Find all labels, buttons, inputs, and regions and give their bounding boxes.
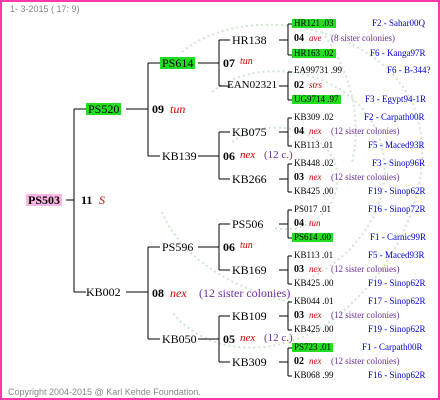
gen4-link[interactable]: F3 - Sinop96R	[372, 159, 425, 168]
gen2-d-colony-id[interactable]: KB050	[162, 333, 197, 345]
gen4-year-code: nex	[309, 310, 322, 320]
gen1-top-colony-id[interactable]: PS520	[86, 103, 122, 115]
gen4-link[interactable]: F1 - Carnic99R	[370, 233, 426, 242]
gen1-bottom-colony-id[interactable]: KB002	[86, 286, 121, 298]
gen4-code[interactable]: KB425 .00	[294, 325, 334, 334]
gen4-code[interactable]: EA99731 .99	[294, 66, 342, 75]
gen4-link[interactable]: F19 - Sinop62R	[368, 279, 426, 288]
gen4-code[interactable]: UG9714 .97	[292, 95, 341, 104]
gen4-link[interactable]: F5 - Maced93R	[368, 251, 425, 260]
gen4-sister-note: (12 sister colonies)	[331, 172, 400, 182]
gen4-year-code: nex	[309, 126, 322, 136]
gen4-year-number: 03	[294, 172, 304, 183]
gen4-code[interactable]: KB448 .02	[294, 159, 334, 168]
gen3-b1-colony-id[interactable]: KB075	[232, 126, 267, 138]
gen4-sister-note: (8 sister colonies)	[331, 33, 395, 43]
root-colony-id[interactable]: PS503	[26, 194, 63, 206]
gen1-bottom-sister-note: (12 sister colonies)	[199, 286, 291, 300]
gen4-code[interactable]: KB425 .00	[294, 187, 334, 196]
gen2-b-colony-id[interactable]: KB139	[162, 150, 197, 162]
gen3-a2-colony-id[interactable]: EAN02321	[227, 80, 277, 91]
gen4-link[interactable]: F6 - Kanga97R	[370, 49, 426, 58]
gen2-b-sister-note: (12 c.)	[264, 149, 293, 161]
gen4-code[interactable]: KB113 .01	[294, 141, 333, 150]
root-year-number: 11	[81, 193, 93, 207]
gen4-sister-note: (12 sister colonies)	[331, 126, 400, 136]
gen4-year-number: 04	[294, 218, 304, 229]
gen4-link[interactable]: F1 - Carpath00R	[362, 343, 423, 352]
gen4-year-code: ave	[309, 33, 322, 43]
gen4-sister-note: (12 sister colonies)	[331, 310, 400, 320]
gen4-code[interactable]: PS017 .01	[294, 205, 331, 214]
gen4-link[interactable]: F2 - Carpath00R	[364, 113, 425, 122]
gen2-b-year-code: nex	[240, 149, 256, 161]
gen3-c1-colony-id[interactable]: PS506	[232, 218, 263, 230]
gen4-year-code: strs	[309, 80, 323, 90]
gen4-code[interactable]: HR121 .03	[292, 19, 336, 28]
date-label: 1- 3-2015 ( 17: 9)	[10, 4, 80, 14]
gen2-a-year-code: tun	[240, 56, 253, 67]
gen4-year-number: 04	[294, 126, 304, 137]
gen4-year-number: 04	[294, 33, 304, 44]
gen3-d1-colony-id[interactable]: KB109	[232, 310, 267, 322]
gen1-top-year-number: 09	[152, 102, 164, 116]
gen4-link[interactable]: F16 - Sinop62R	[368, 371, 426, 380]
gen1-bottom-year-code: nex	[170, 286, 187, 300]
gen2-a-colony-id[interactable]: PS614	[160, 57, 196, 69]
gen3-d2-colony-id[interactable]: KB309	[232, 356, 267, 368]
pedigree-panel: 1- 3-2015 ( 17: 9) Copyright 2004-2015 @…	[0, 0, 440, 400]
gen3-c2-colony-id[interactable]: KB169	[232, 264, 267, 276]
gen4-year-number: 03	[294, 264, 304, 275]
gen3-b2-colony-id[interactable]: KB266	[232, 173, 267, 185]
gen3-a1-colony-id[interactable]: HR138	[232, 34, 267, 46]
gen4-code[interactable]: KB068 .99	[294, 371, 334, 380]
gen4-code[interactable]: KB309 .02	[294, 113, 334, 122]
gen4-link[interactable]: F2 - Sahar00Q	[372, 19, 425, 28]
gen4-year-code: nex	[309, 172, 322, 182]
gen4-year-number: 03	[294, 310, 304, 321]
gen4-link[interactable]: F6 - B-344?	[387, 66, 431, 75]
gen4-code[interactable]: KB425 .00	[294, 279, 334, 288]
gen2-b-year-number: 06	[223, 149, 235, 163]
gen4-link[interactable]: F16 - Sinop72R	[368, 205, 426, 214]
gen4-year-code: nex	[309, 356, 322, 366]
copyright-notice: Copyright 2004-2015 @ Karl Kehde Foundat…	[8, 387, 201, 397]
pedigree-connectors	[66, 23, 292, 377]
gen4-code[interactable]: PS723 .01	[292, 343, 334, 352]
gen4-year-number: 02	[294, 356, 304, 367]
root-year-code: S	[99, 193, 105, 207]
gen1-top-year-code: tun	[170, 102, 186, 116]
gen4-code[interactable]: KB113 .01	[294, 251, 333, 260]
gen4-link[interactable]: F19 - Sinop62R	[368, 325, 426, 334]
gen2-a-year-number: 07	[223, 56, 235, 70]
gen4-year-code: nex	[309, 264, 322, 274]
gen2-d-sister-note: (12 c.)	[264, 332, 293, 344]
gen4-link[interactable]: F19 - Sinop62R	[368, 187, 426, 196]
gen4-year-code: tun	[309, 218, 321, 228]
gen2-c-colony-id[interactable]: PS596	[162, 241, 193, 253]
gen4-code[interactable]: KB044 .01	[294, 297, 334, 306]
gen1-bottom-year-number: 08	[152, 286, 164, 300]
gen2-c-year-code: tun	[240, 240, 253, 251]
gen2-d-year-number: 05	[223, 332, 235, 346]
gen4-sister-note: (12 sister colonies)	[331, 264, 400, 274]
gen4-code[interactable]: PS614 .00	[292, 233, 334, 242]
gen4-sister-note: (12 sister colonies)	[331, 356, 400, 366]
gen4-code[interactable]: HR163 .02	[292, 49, 336, 58]
gen2-c-year-number: 06	[223, 240, 235, 254]
gen4-year-number: 02	[294, 80, 304, 91]
gen4-link[interactable]: F5 - Maced93R	[368, 141, 425, 150]
gen2-d-year-code: nex	[240, 332, 256, 344]
gen4-link[interactable]: F17 - Sinop62R	[368, 297, 426, 306]
gen4-link[interactable]: F3 - Egypt94-1R	[365, 95, 426, 104]
